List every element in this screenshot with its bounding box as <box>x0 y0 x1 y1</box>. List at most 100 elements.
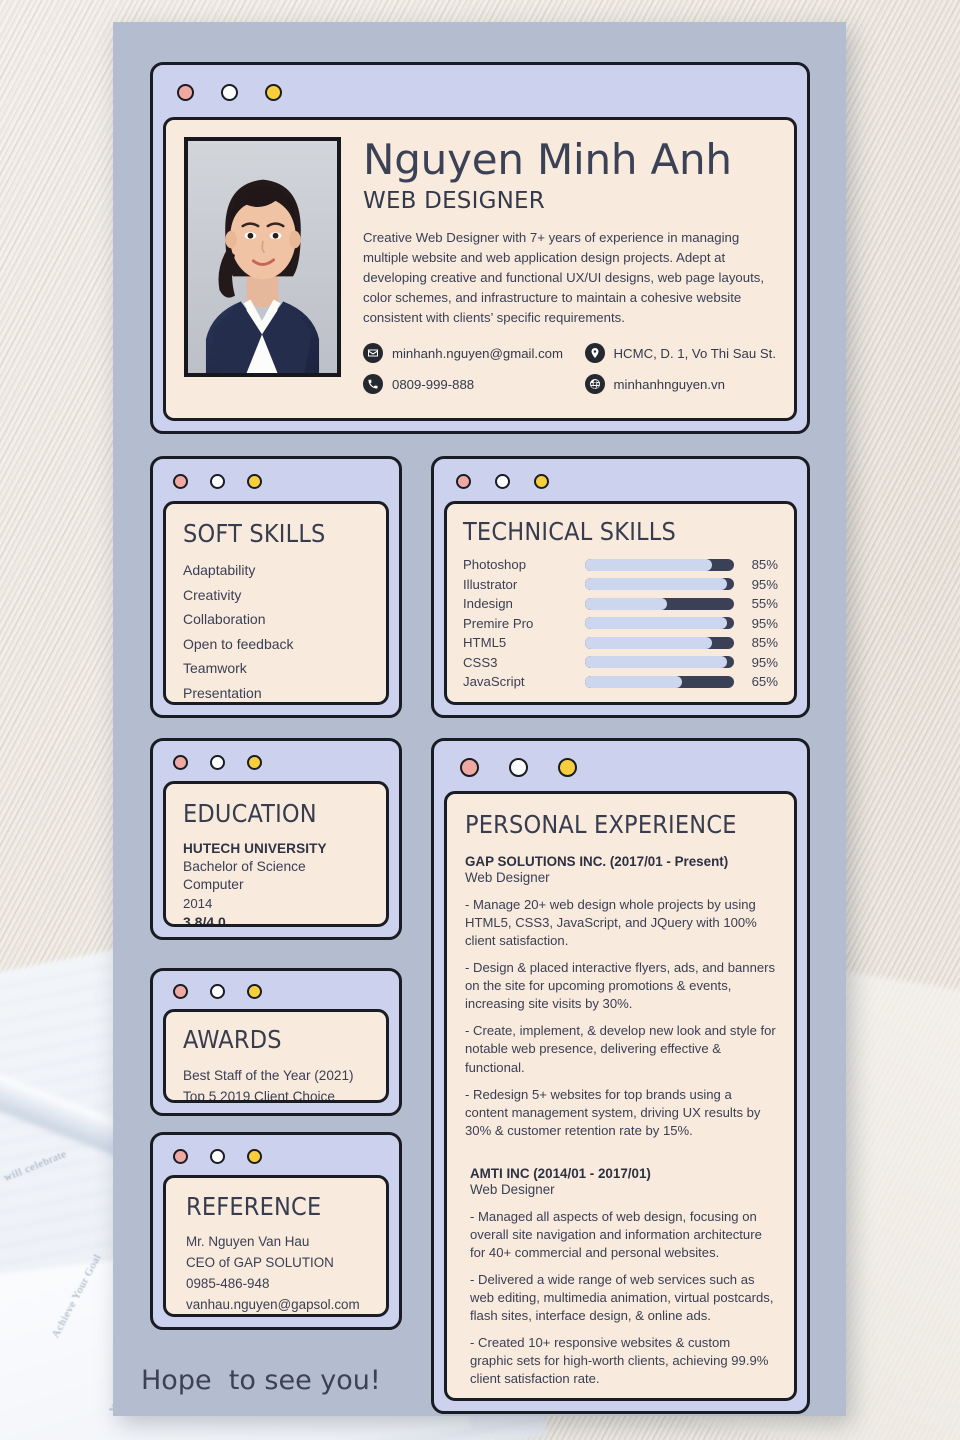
contact-website[interactable]: minhanhnguyen.vn <box>584 374 776 395</box>
header-window: Nguyen Minh Anh WEB DESIGNER Creative We… <box>150 62 810 434</box>
experience-job-list: GAP SOLUTIONS INC. (2017/01 - Present) We… <box>465 854 776 1398</box>
list-item: Open to feedback <box>183 635 294 652</box>
experience-pane: PERSONAL EXPERIENCE GAP SOLUTIONS INC. (… <box>444 791 797 1401</box>
window-dot-white[interactable] <box>509 757 528 777</box>
window-dot-white[interactable] <box>210 983 225 999</box>
skill-name: CSS3 <box>463 654 498 670</box>
list-item: Best Staff of the Year (2021) <box>183 1068 354 1083</box>
list-item: - Design & placed interactive flyers, ad… <box>465 960 776 1012</box>
skill-row: CSS3 95% <box>463 653 778 673</box>
contact-email[interactable]: minhanh.nguyen@gmail.com <box>363 343 577 364</box>
contact-phone[interactable]: 0809-999-888 <box>363 374 577 395</box>
technical-skills-pane: TECHNICAL SKILLS Photoshop 85% Illustrator… <box>444 501 797 705</box>
soft-skills-pane: SOFT SKILLS Adaptability Creativity Coll… <box>163 501 389 705</box>
list-item: - Redesign 5+ websites for top brands us… <box>465 1086 761 1138</box>
skill-progress-bar <box>585 578 734 591</box>
header-titlebar <box>153 65 807 119</box>
experience-heading: PERSONAL EXPERIENCE <box>465 810 737 839</box>
window-dot-yellow[interactable] <box>247 1148 262 1164</box>
envelope-icon <box>363 343 383 364</box>
technical-skills-titlebar <box>434 459 807 503</box>
education-window: EDUCATION HUTECH UNIVERSITY Bachelor of … <box>150 738 402 940</box>
reference-email: vanhau.nguyen@gapsol.com <box>186 1297 360 1312</box>
soft-skills-heading: SOFT SKILLS <box>183 519 326 548</box>
window-dot-white[interactable] <box>210 1148 225 1164</box>
contact-email-value: minhanh.nguyen@gmail.com <box>392 345 563 361</box>
window-dot-yellow[interactable] <box>558 757 577 777</box>
window-dot-red[interactable] <box>173 473 188 489</box>
page-title: Nguyen Minh Anh <box>363 135 732 184</box>
skill-name: HTML5 <box>463 635 507 651</box>
skill-percent-label: 65% <box>751 674 778 690</box>
skill-row: JavaScript 65% <box>463 672 778 692</box>
job-title: WEB DESIGNER <box>363 187 545 214</box>
contact-phone-value: 0809-999-888 <box>392 376 475 392</box>
experience-role: Web Designer <box>470 1181 555 1197</box>
education-heading: EDUCATION <box>183 799 317 828</box>
contact-website-value: minhanhnguyen.vn <box>613 376 725 392</box>
skill-percent-label: 85% <box>751 557 778 573</box>
list-item: - Designed 120+ mobile-friendly customiz… <box>470 1397 776 1398</box>
skill-progress-bar <box>585 617 734 630</box>
skill-row: Indesign 55% <box>463 594 778 614</box>
experience-bullet-list: - Managed all aspects of web design, foc… <box>470 1208 776 1398</box>
experience-job: GAP SOLUTIONS INC. (2017/01 - Present) We… <box>465 854 776 1140</box>
window-dot-red[interactable] <box>173 983 188 999</box>
window-dot-yellow[interactable] <box>265 83 282 101</box>
skill-row: HTML5 85% <box>463 633 778 653</box>
education-degree: Bachelor of Science Computer <box>183 859 306 892</box>
location-pin-icon <box>584 343 605 364</box>
skill-progress-track <box>585 597 667 610</box>
phone-icon <box>363 374 383 395</box>
reference-titlebar <box>153 1135 399 1177</box>
skill-progress-bar <box>585 636 734 649</box>
skill-progress-track <box>585 636 712 649</box>
skill-row: Illustrator 95% <box>463 575 778 595</box>
awards-list: Best Staff of the Year (2021) Top 5 2019… <box>183 1068 369 1100</box>
list-item: Adaptability <box>183 562 256 578</box>
experience-titlebar <box>434 741 807 793</box>
window-dot-yellow[interactable] <box>247 983 262 999</box>
window-dot-red[interactable] <box>173 754 188 770</box>
skill-name: Photoshop <box>463 557 527 573</box>
window-dot-red[interactable] <box>177 83 194 101</box>
skill-name: JavaScript <box>463 674 525 690</box>
skill-name: Indesign <box>463 596 513 612</box>
resume-sheet: Nguyen Minh Anh WEB DESIGNER Creative We… <box>113 22 846 1416</box>
skill-progress-bar <box>585 675 734 688</box>
skill-progress-bar <box>585 597 734 610</box>
experience-job: AMTI INC (2014/01 - 2017/01) Web Designer… <box>465 1166 776 1398</box>
window-dot-red[interactable] <box>173 1148 188 1164</box>
list-item: - Create, implement, & develop new look … <box>465 1023 776 1075</box>
window-dot-yellow[interactable] <box>247 473 262 489</box>
list-item: - Created 10+ responsive websites & cust… <box>470 1335 769 1387</box>
contact-location-value: HCMC, D. 1, Vo Thi Sau St. <box>613 345 776 361</box>
window-dot-white[interactable] <box>221 83 238 101</box>
reference-window: REFERENCE Mr. Nguyen Van Hau CEO of GAP … <box>150 1132 402 1330</box>
skill-percent-label: 95% <box>751 654 778 670</box>
skill-name: Illustrator <box>463 576 518 592</box>
awards-titlebar <box>153 971 399 1011</box>
experience-role: Web Designer <box>465 870 550 885</box>
list-item: Creativity <box>183 586 242 603</box>
experience-window: PERSONAL EXPERIENCE GAP SOLUTIONS INC. (… <box>431 738 810 1414</box>
window-dot-white[interactable] <box>210 473 225 489</box>
profile-summary: Creative Web Designer with 7+ years of e… <box>363 229 765 326</box>
skill-progress-track <box>585 656 727 669</box>
window-dot-yellow[interactable] <box>247 754 262 770</box>
education-pane: EDUCATION HUTECH UNIVERSITY Bachelor of … <box>163 781 389 927</box>
window-dot-white[interactable] <box>495 473 510 489</box>
soft-skills-titlebar <box>153 459 399 503</box>
skill-row: Premire Pro 95% <box>463 614 778 634</box>
window-dot-red[interactable] <box>460 757 479 777</box>
list-item: - Managed all aspects of web design, foc… <box>470 1208 762 1260</box>
awards-pane: AWARDS Best Staff of the Year (2021) Top… <box>163 1009 389 1103</box>
header-pane: Nguyen Minh Anh WEB DESIGNER Creative We… <box>163 117 797 421</box>
skill-row: Photoshop 85% <box>463 555 778 575</box>
window-dot-red[interactable] <box>456 473 471 489</box>
window-dot-white[interactable] <box>210 754 225 770</box>
window-dot-yellow[interactable] <box>534 473 549 489</box>
contact-location[interactable]: HCMC, D. 1, Vo Thi Sau St. <box>584 343 776 364</box>
experience-bullet-list: - Manage 20+ web design whole projects b… <box>465 896 776 1140</box>
technical-skills-window: TECHNICAL SKILLS Photoshop 85% Illustrator… <box>431 456 810 718</box>
